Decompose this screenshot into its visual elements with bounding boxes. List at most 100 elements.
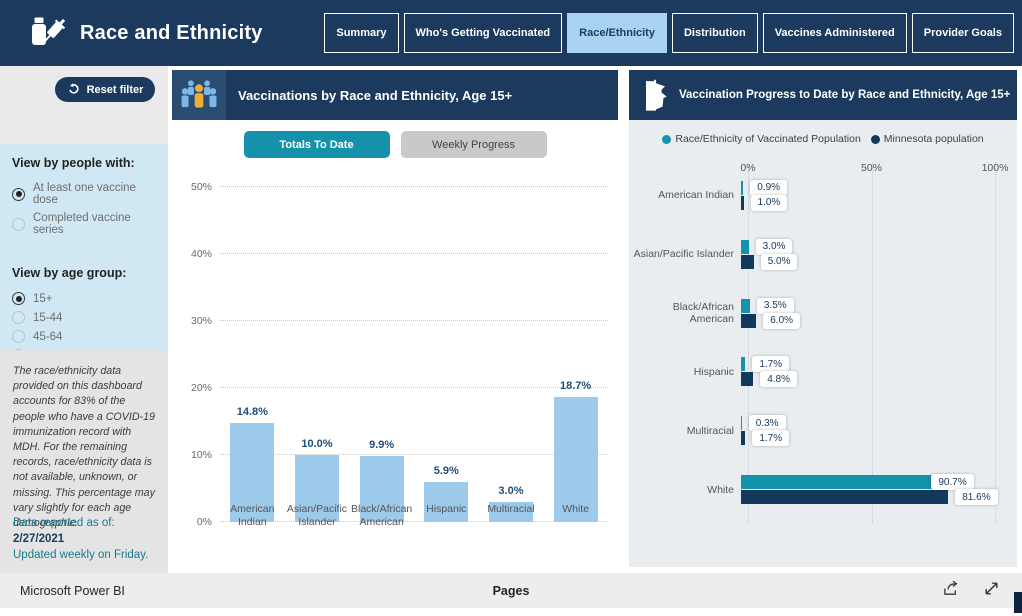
row-category-label: Black/African American [629, 301, 741, 325]
x-tick-label: American Indian [220, 497, 284, 530]
bar-column-american-indian: 14.8% [220, 187, 284, 522]
radio-button[interactable] [12, 188, 25, 201]
toggle-weekly-progress[interactable]: Weekly Progress [401, 131, 547, 158]
sidebar-note-area: The race/ethnicity data provided on this… [0, 350, 168, 575]
bar-line: 1.0% [741, 196, 995, 210]
tab-provider-goals[interactable]: Provider Goals [912, 13, 1014, 53]
people-filter-heading: View by people with: [12, 156, 158, 170]
main-chart-title: Vaccinations by Race and Ethnicity, Age … [238, 88, 512, 103]
tab-summary[interactable]: Summary [324, 13, 398, 53]
bar-minnesota-population[interactable] [741, 372, 753, 386]
bar-line: 3.5% [741, 299, 995, 313]
row-bars: 3.5%6.0% [741, 298, 995, 329]
bar-value-chip: 3.5% [757, 298, 794, 314]
tab-race-ethnicity[interactable]: Race/Ethnicity [567, 13, 667, 53]
toggle-totals-to-date[interactable]: Totals To Date [244, 131, 390, 158]
powerbi-footer: Microsoft Power BI Pages [0, 573, 1022, 608]
row-category-label: Hispanic [629, 366, 741, 378]
data-note: The race/ethnicity data provided on this… [13, 364, 158, 531]
bar-value-chip: 81.6% [955, 489, 997, 505]
radio-label: Completed vaccine series [33, 212, 158, 236]
x-axis-labels: American IndianAsian/​Pacific IslanderBl… [220, 497, 608, 530]
gridline-x [995, 162, 996, 523]
bar-column-multiracial: 3.0% [479, 187, 543, 522]
reported-date: 2/27/2021 [13, 533, 64, 545]
bar-value-chip: 4.8% [760, 371, 797, 387]
row-white: White90.7%81.6% [629, 474, 995, 505]
bar-column-black-african-american: 9.9% [349, 187, 413, 522]
reported-prefix: Data reported as of: [13, 517, 115, 529]
bar-value-chip: 6.0% [763, 313, 800, 329]
radio-label: 15-44 [33, 312, 62, 324]
bar-line: 4.8% [741, 372, 995, 386]
bar-race-ethnicity-of-vaccinated-population[interactable] [741, 181, 743, 195]
x-tick-label: Multiracial [479, 497, 543, 530]
bar-minnesota-population[interactable] [741, 255, 754, 269]
bar-minnesota-population[interactable] [741, 490, 948, 504]
age-filter-option-15[interactable]: 15+ [12, 292, 158, 305]
row-bars: 3.0%5.0% [741, 239, 995, 270]
progress-chart-panel: Vaccination Progress to Date by Race and… [629, 70, 1017, 567]
bars-area: 14.8%10.0%9.9%5.9%3.0%18.7% [220, 187, 608, 522]
chart-legend: Race/Ethnicity of Vaccinated PopulationM… [629, 133, 1017, 145]
radio-button[interactable] [12, 292, 25, 305]
tab-vaccines-administered[interactable]: Vaccines Administered [763, 13, 907, 53]
bar-minnesota-population[interactable] [741, 196, 744, 210]
bar-race-ethnicity-of-vaccinated-population[interactable] [741, 240, 749, 254]
reset-filter-label: Reset filter [87, 84, 144, 96]
x-tick-label: Black/​African American [349, 497, 413, 530]
y-tick-label: 20% [172, 382, 212, 394]
share-icon[interactable] [942, 580, 961, 602]
bar-race-ethnicity-of-vaccinated-population[interactable] [741, 416, 742, 430]
tab-who-s-getting-vaccinated[interactable]: Who's Getting Vaccinated [404, 13, 563, 53]
filter-groups: View by people with: At least one vaccin… [0, 144, 168, 350]
row-multiracial: Multiracial0.3%1.7% [629, 415, 995, 446]
bar-race-ethnicity-of-vaccinated-population[interactable] [741, 299, 750, 313]
bar-line: 90.7% [741, 475, 995, 489]
radio-button[interactable] [12, 218, 25, 231]
bar-line: 0.3% [741, 416, 995, 430]
page-title: Race and Ethnicity [80, 22, 263, 45]
age-filter-option-15-44[interactable]: 15-44 [12, 311, 158, 324]
row-bars: 0.3%1.7% [741, 415, 995, 446]
age-filter-heading: View by age group: [12, 266, 158, 280]
people-filter-option-completed-vaccine-series[interactable]: Completed vaccine series [12, 212, 158, 236]
radio-label: 45-64 [33, 331, 62, 343]
bar-column-hispanic: 5.9% [414, 187, 478, 522]
people-filter-option-at-least-one-vaccine-dose[interactable]: At least one vaccine dose [12, 182, 158, 206]
bar-minnesota-population[interactable] [741, 314, 756, 328]
legend-label: Race/Ethnicity of Vaccinated Population [675, 133, 860, 145]
age-filter-option-45-64[interactable]: 45-64 [12, 330, 158, 343]
fullscreen-icon[interactable] [983, 580, 1000, 602]
bar-minnesota-population[interactable] [741, 431, 745, 445]
bar-value-label: 18.7% [560, 380, 591, 392]
row-category-label: Asian/Pacific Islander [629, 248, 741, 260]
x-tick-label: Hispanic [414, 497, 478, 530]
right-chart-title: Vaccination Progress to Date by Race and… [679, 89, 1010, 101]
legend-item-race-ethnicity-of-vaccinated-population: Race/Ethnicity of Vaccinated Population [662, 133, 860, 145]
filter-sidebar: Reset filter View by people with: At lea… [0, 66, 168, 575]
legend-dot [662, 135, 671, 144]
dashboard-page: Race and Ethnicity SummaryWho's Getting … [0, 0, 1022, 616]
row-category-label: American Indian [629, 189, 741, 201]
screen-edge-artifact [1014, 592, 1022, 613]
right-chart-header: Vaccination Progress to Date by Race and… [629, 70, 1017, 120]
bar-line: 0.9% [741, 181, 995, 195]
row-bars: 1.7%4.8% [741, 356, 995, 387]
row-black-african-american: Black/African American3.5%6.0% [629, 298, 995, 329]
bar-line: 81.6% [741, 490, 995, 504]
bar-line: 1.7% [741, 431, 995, 445]
pages-label[interactable]: Pages [0, 584, 1022, 598]
bar-value-chip: 3.0% [756, 239, 793, 255]
reset-filter-button[interactable]: Reset filter [55, 77, 155, 102]
y-tick-label: 30% [172, 315, 212, 327]
radio-button[interactable] [12, 330, 25, 343]
y-tick-label: 50% [172, 181, 212, 193]
tab-distribution[interactable]: Distribution [672, 13, 758, 53]
minnesota-icon [643, 79, 669, 111]
radio-button[interactable] [12, 311, 25, 324]
row-american-indian: American Indian0.9%1.0% [629, 180, 995, 211]
bar-race-ethnicity-of-vaccinated-population[interactable] [741, 357, 745, 371]
brand: Race and Ethnicity [28, 11, 263, 56]
bar-value-label: 14.8% [237, 406, 268, 418]
